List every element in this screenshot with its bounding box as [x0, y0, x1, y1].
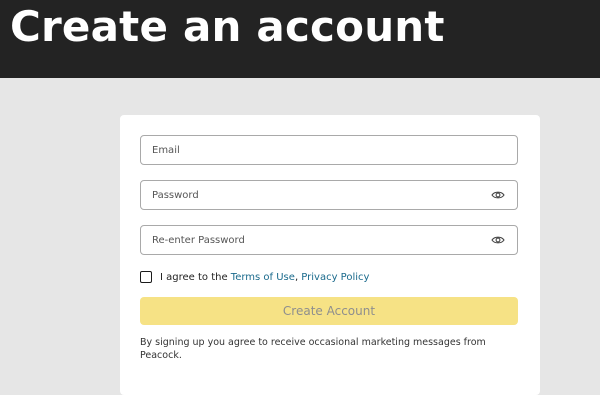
- marketing-disclaimer: By signing up you agree to receive occas…: [140, 337, 486, 361]
- page-title: Create an account: [10, 2, 445, 51]
- reenter-password-field-container: [140, 225, 518, 255]
- email-field-container: [140, 135, 518, 165]
- eye-icon[interactable]: [491, 190, 505, 200]
- create-account-button[interactable]: Create Account: [140, 297, 518, 325]
- agree-checkbox[interactable]: [140, 271, 152, 283]
- terms-of-use-link[interactable]: Terms of Use: [231, 272, 295, 283]
- eye-icon[interactable]: [491, 235, 505, 245]
- signup-form-card: I agree to the Terms of Use, Privacy Pol…: [120, 115, 540, 395]
- agree-label: I agree to the Terms of Use, Privacy Pol…: [160, 272, 369, 283]
- page-header: Create an account: [0, 0, 600, 78]
- email-input[interactable]: [152, 136, 482, 164]
- reenter-password-input[interactable]: [152, 226, 482, 254]
- terms-agreement: I agree to the Terms of Use, Privacy Pol…: [140, 269, 369, 285]
- privacy-policy-link[interactable]: Privacy Policy: [301, 272, 369, 283]
- agree-prefix: I agree to the: [160, 271, 231, 283]
- password-input[interactable]: [152, 181, 482, 209]
- password-field-container: [140, 180, 518, 210]
